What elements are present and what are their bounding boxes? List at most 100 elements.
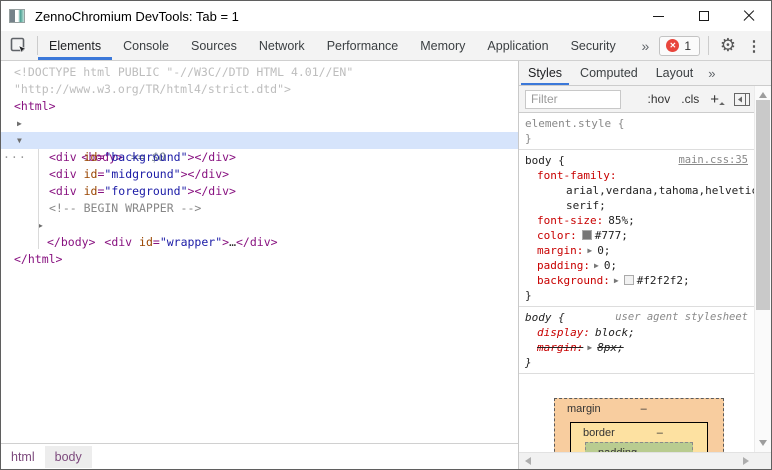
expand-property-icon[interactable]: ▶ <box>587 340 592 355</box>
sidebar-toggle-icon[interactable] <box>734 93 750 106</box>
css-property-margin[interactable]: margin: ▶ 0; <box>525 243 748 258</box>
tab-label: Security <box>571 39 616 53</box>
property-value[interactable]: #777; <box>595 229 628 242</box>
property-name[interactable]: font-size: <box>537 214 603 227</box>
horizontal-scrollbar[interactable] <box>519 452 771 469</box>
toggle-element-classes-button[interactable]: .cls <box>681 92 699 106</box>
css-value-font-family-2[interactable]: serif; <box>525 198 748 213</box>
color-swatch[interactable] <box>624 275 634 285</box>
rule-selector[interactable]: element.style <box>525 117 611 130</box>
tab-sources[interactable]: Sources <box>180 31 248 60</box>
box-model-border: border– padding– <box>570 422 708 452</box>
chevron-right-icon[interactable]: ▶ <box>17 115 22 132</box>
tree-node-html[interactable]: <html> <box>1 98 518 115</box>
breadcrumb: html body <box>1 443 518 469</box>
expand-property-icon[interactable]: ▶ <box>614 273 619 288</box>
scroll-left-arrow[interactable] <box>525 457 531 465</box>
property-name[interactable]: padding: <box>537 259 590 272</box>
css-property-padding[interactable]: padding: ▶ 0; <box>525 258 748 273</box>
css-property-color[interactable]: color: #777; <box>525 228 748 243</box>
tree-node-div-foreground[interactable]: <div id="foreground"></div> <box>1 183 518 200</box>
tab-styles[interactable]: Styles <box>519 61 571 85</box>
css-property-font-family[interactable]: font-family: <box>525 168 748 183</box>
tree-node-div-background[interactable]: <div id="background"></div> <box>1 149 518 166</box>
title-bar: ZennoChromium DevTools: Tab = 1 <box>1 1 771 31</box>
tree-node-div-wrapper[interactable]: ▶<div id="wrapper">…</div> <box>1 217 518 234</box>
tree-node-html-close[interactable]: </html> <box>1 251 518 268</box>
new-style-rule-button[interactable]: + <box>710 91 723 108</box>
color-swatch[interactable] <box>582 230 592 240</box>
css-property-margin-overridden[interactable]: margin: ▶ 8px; <box>525 340 748 355</box>
tree-node-div-midground[interactable]: <div id="midground"></div> <box>1 166 518 183</box>
stylesheet-source-link[interactable]: main.css:35 <box>678 153 748 168</box>
tab-security[interactable]: Security <box>560 31 627 60</box>
more-sidebar-tabs-button[interactable]: » <box>702 61 721 85</box>
tab-elements[interactable]: Elements <box>38 31 112 60</box>
tab-application[interactable]: Application <box>476 31 559 60</box>
property-value[interactable]: 85%; <box>608 214 635 227</box>
minimize-button[interactable] <box>636 1 681 31</box>
rule-selector[interactable]: body <box>525 154 552 167</box>
css-property-display[interactable]: display: block; <box>525 325 748 340</box>
property-name[interactable]: font-family: <box>537 169 616 182</box>
property-name[interactable]: margin: <box>537 244 583 257</box>
css-property-background[interactable]: background: ▶ #f2f2f2; <box>525 273 748 288</box>
breadcrumb-item-body[interactable]: body <box>45 446 92 468</box>
chevron-down-icon[interactable]: ▼ <box>17 132 22 149</box>
settings-button[interactable]: ⚙ <box>715 33 741 59</box>
rule-body-user-agent[interactable]: body {user agent stylesheet display:bloc… <box>519 307 754 374</box>
tree-line-doctype-2[interactable]: "http://www.w3.org/TR/html4/strict.dtd"> <box>1 81 518 98</box>
property-name[interactable]: color: <box>537 229 577 242</box>
property-value[interactable]: block; <box>595 326 635 339</box>
rule-selector[interactable]: body <box>525 311 552 324</box>
tree-node-body-selected[interactable]: ···▼<body>== $0 <box>1 132 518 149</box>
chevron-double-right-icon: » <box>642 38 650 54</box>
css-property-font-size[interactable]: font-size: 85%; <box>525 213 748 228</box>
main-menu-button[interactable]: ⋮ <box>741 33 767 59</box>
more-tabs-button[interactable]: » <box>632 31 660 60</box>
box-model-border-value[interactable]: – <box>657 427 663 439</box>
breadcrumb-item-html[interactable]: html <box>1 446 45 468</box>
vertical-scrollbar[interactable] <box>754 86 771 452</box>
property-value[interactable]: 0; <box>597 244 610 257</box>
css-value-font-family-1[interactable]: arial,verdana,tahoma,helvetic <box>525 183 748 198</box>
close-button[interactable] <box>726 1 771 31</box>
toggle-pseudo-classes-button[interactable]: :hov <box>648 92 671 106</box>
property-name[interactable]: margin: <box>537 341 583 354</box>
tab-network[interactable]: Network <box>248 31 316 60</box>
tag-token: <div <box>49 184 84 198</box>
error-count-badge[interactable]: ✕ 1 <box>659 36 700 56</box>
property-value: arial,verdana,tahoma,helvetic <box>566 184 754 197</box>
sidebar-tab-bar: Styles Computed Layout » <box>519 61 771 86</box>
styles-filter-input[interactable] <box>525 90 621 109</box>
scroll-down-arrow[interactable] <box>759 440 767 446</box>
property-value[interactable]: 0; <box>604 259 617 272</box>
vertical-scrollbar-thumb[interactable] <box>756 100 770 310</box>
property-value[interactable]: #f2f2f2; <box>637 274 690 287</box>
property-name[interactable]: background: <box>537 274 610 287</box>
rule-body-main-css[interactable]: body {main.css:35 font-family: arial,ver… <box>519 150 754 307</box>
tab-performance[interactable]: Performance <box>316 31 410 60</box>
scroll-right-arrow[interactable] <box>743 457 749 465</box>
tab-layout[interactable]: Layout <box>647 61 703 85</box>
tree-node-comment[interactable]: <!-- BEGIN WRAPPER --> <box>1 200 518 217</box>
tab-console[interactable]: Console <box>112 31 180 60</box>
property-value[interactable]: 8px; <box>597 341 624 354</box>
window-title: ZennoChromium DevTools: Tab = 1 <box>35 9 239 24</box>
tab-memory[interactable]: Memory <box>409 31 476 60</box>
tab-computed[interactable]: Computed <box>571 61 647 85</box>
expand-property-icon[interactable]: ▶ <box>587 243 592 258</box>
tab-label: Application <box>487 39 548 53</box>
rule-element-style[interactable]: element.style { } <box>519 113 754 150</box>
expand-property-icon[interactable]: ▶ <box>594 258 599 273</box>
tree-node-body-close[interactable]: </body> <box>1 234 518 251</box>
tree-line-doctype-1[interactable]: <!DOCTYPE html PUBLIC "-//W3C//DTD HTML … <box>1 64 518 81</box>
maximize-button[interactable] <box>681 1 726 31</box>
property-name[interactable]: display: <box>537 326 590 339</box>
scroll-up-arrow[interactable] <box>759 92 767 98</box>
box-model-margin-value[interactable]: – <box>641 403 647 415</box>
brace-token: } <box>525 132 532 145</box>
attr-value-token: "midground" <box>104 167 180 181</box>
tree-node-head[interactable]: ▶<head>…</head> <box>1 115 518 132</box>
inspect-element-button[interactable] <box>1 31 37 60</box>
